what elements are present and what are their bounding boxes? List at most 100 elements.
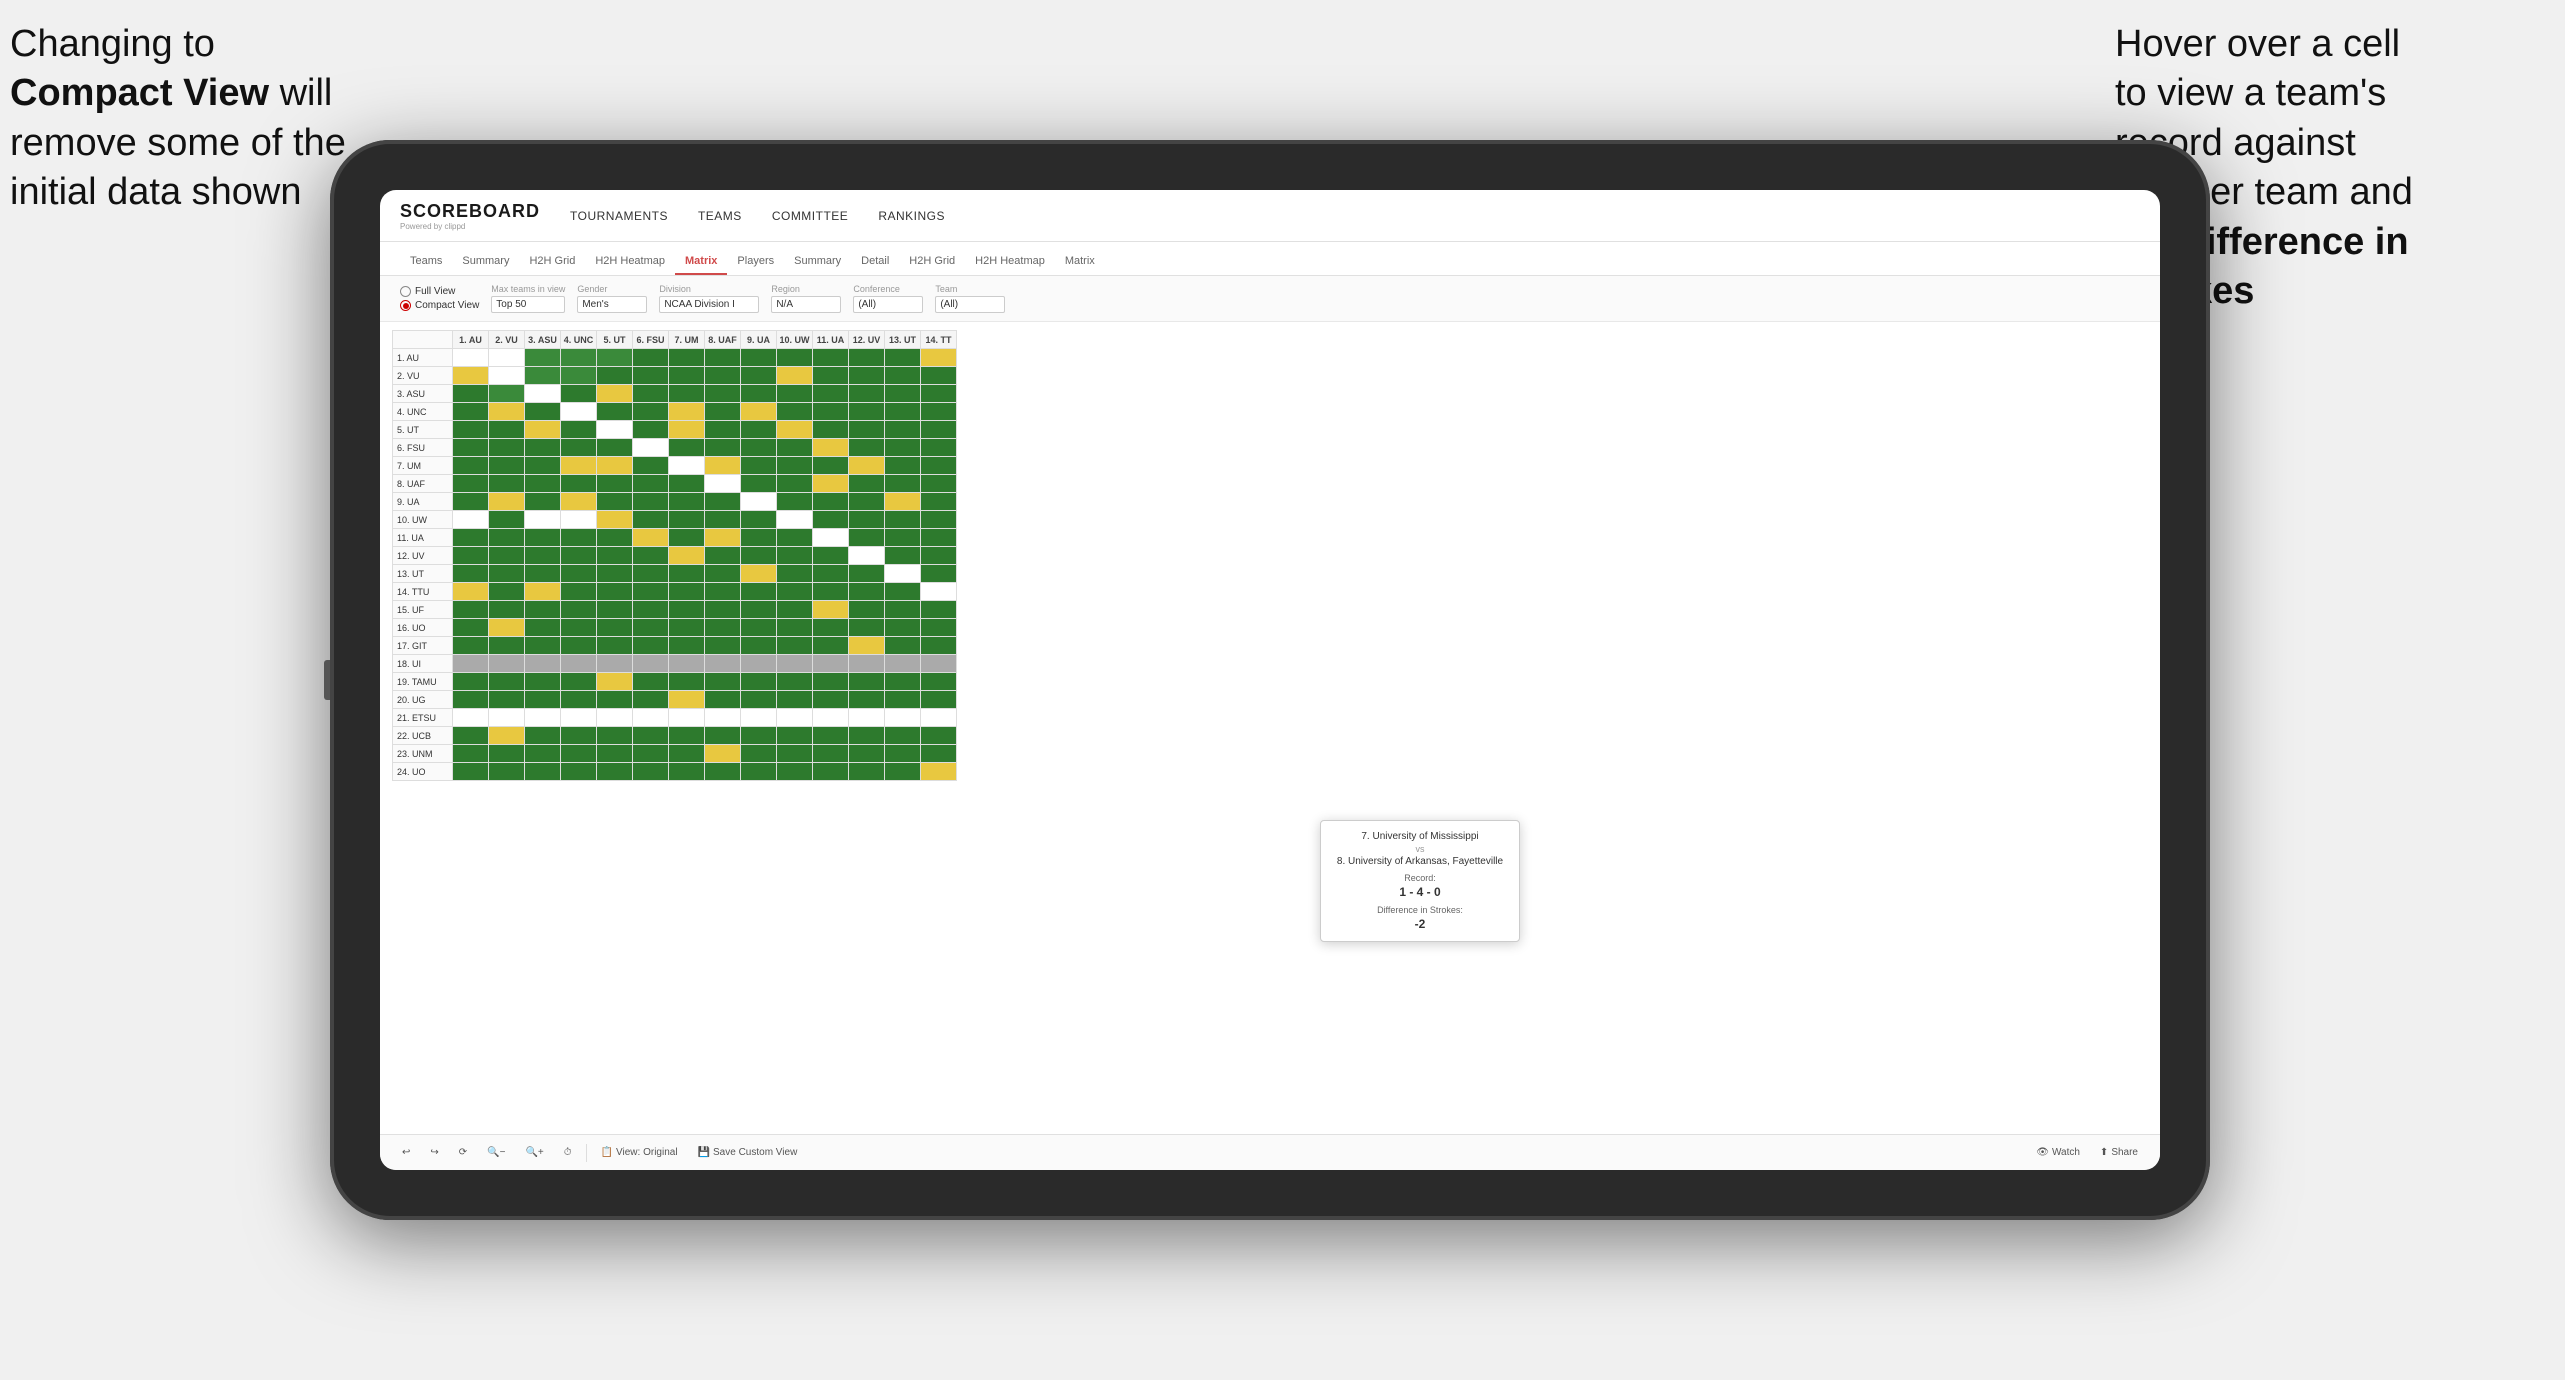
matrix-cell-9-2[interactable] (525, 511, 561, 529)
matrix-cell-5-10[interactable] (813, 439, 849, 457)
matrix-cell-15-1[interactable] (489, 619, 525, 637)
matrix-cell-11-10[interactable] (813, 547, 849, 565)
matrix-cell-11-13[interactable] (921, 547, 957, 565)
matrix-cell-7-3[interactable] (561, 475, 597, 493)
matrix-cell-3-4[interactable] (597, 403, 633, 421)
matrix-cell-18-8[interactable] (741, 673, 777, 691)
matrix-cell-0-5[interactable] (633, 349, 669, 367)
matrix-cell-1-12[interactable] (885, 367, 921, 385)
redo-button[interactable]: ↪ (424, 1144, 444, 1161)
matrix-cell-23-3[interactable] (561, 763, 597, 781)
matrix-cell-22-2[interactable] (525, 745, 561, 763)
matrix-cell-6-13[interactable] (921, 457, 957, 475)
matrix-cell-14-10[interactable] (813, 601, 849, 619)
matrix-cell-18-7[interactable] (705, 673, 741, 691)
matrix-cell-4-8[interactable] (741, 421, 777, 439)
matrix-cell-20-12[interactable] (885, 709, 921, 727)
matrix-cell-17-8[interactable] (741, 655, 777, 673)
tab-teams[interactable]: Teams (400, 249, 452, 275)
matrix-cell-0-13[interactable] (921, 349, 957, 367)
matrix-cell-5-9[interactable] (777, 439, 813, 457)
matrix-cell-16-9[interactable] (777, 637, 813, 655)
matrix-cell-2-2[interactable] (525, 385, 561, 403)
matrix-cell-12-11[interactable] (849, 565, 885, 583)
matrix-cell-3-3[interactable] (561, 403, 597, 421)
matrix-cell-7-10[interactable] (813, 475, 849, 493)
matrix-cell-6-1[interactable] (489, 457, 525, 475)
matrix-cell-23-9[interactable] (777, 763, 813, 781)
matrix-cell-3-2[interactable] (525, 403, 561, 421)
matrix-cell-13-5[interactable] (633, 583, 669, 601)
matrix-cell-19-12[interactable] (885, 691, 921, 709)
matrix-cell-4-4[interactable] (597, 421, 633, 439)
matrix-cell-22-13[interactable] (921, 745, 957, 763)
matrix-cell-0-6[interactable] (669, 349, 705, 367)
matrix-cell-12-7[interactable] (705, 565, 741, 583)
matrix-cell-4-10[interactable] (813, 421, 849, 439)
matrix-cell-13-9[interactable] (777, 583, 813, 601)
matrix-cell-6-3[interactable] (561, 457, 597, 475)
matrix-cell-13-11[interactable] (849, 583, 885, 601)
matrix-cell-21-1[interactable] (489, 727, 525, 745)
matrix-cell-19-9[interactable] (777, 691, 813, 709)
matrix-cell-10-2[interactable] (525, 529, 561, 547)
matrix-cell-10-11[interactable] (849, 529, 885, 547)
matrix-cell-22-1[interactable] (489, 745, 525, 763)
matrix-cell-9-3[interactable] (561, 511, 597, 529)
matrix-cell-16-7[interactable] (705, 637, 741, 655)
matrix-cell-8-2[interactable] (525, 493, 561, 511)
tab-summary[interactable]: Summary (452, 249, 519, 275)
matrix-cell-15-3[interactable] (561, 619, 597, 637)
compact-view-radio[interactable]: Compact View (400, 300, 479, 311)
matrix-cell-10-4[interactable] (597, 529, 633, 547)
nav-teams[interactable]: TEAMS (698, 205, 742, 227)
matrix-cell-10-12[interactable] (885, 529, 921, 547)
matrix-cell-1-9[interactable] (777, 367, 813, 385)
matrix-cell-12-1[interactable] (489, 565, 525, 583)
matrix-cell-22-8[interactable] (741, 745, 777, 763)
matrix-cell-20-10[interactable] (813, 709, 849, 727)
matrix-cell-1-8[interactable] (741, 367, 777, 385)
matrix-cell-4-3[interactable] (561, 421, 597, 439)
nav-tournaments[interactable]: TOURNAMENTS (570, 205, 668, 227)
matrix-cell-13-6[interactable] (669, 583, 705, 601)
tab-matrix[interactable]: Matrix (675, 249, 727, 275)
matrix-cell-12-8[interactable] (741, 565, 777, 583)
tab-players[interactable]: Players (727, 249, 784, 275)
matrix-cell-14-12[interactable] (885, 601, 921, 619)
matrix-cell-5-7[interactable] (705, 439, 741, 457)
matrix-cell-7-11[interactable] (849, 475, 885, 493)
matrix-cell-5-0[interactable] (453, 439, 489, 457)
matrix-cell-8-3[interactable] (561, 493, 597, 511)
matrix-cell-4-0[interactable] (453, 421, 489, 439)
matrix-cell-0-3[interactable] (561, 349, 597, 367)
matrix-container[interactable]: 1. AU 2. VU 3. ASU 4. UNC 5. UT 6. FSU 7… (380, 322, 2160, 1134)
matrix-cell-3-7[interactable] (705, 403, 741, 421)
matrix-cell-8-8[interactable] (741, 493, 777, 511)
matrix-cell-0-9[interactable] (777, 349, 813, 367)
matrix-cell-2-5[interactable] (633, 385, 669, 403)
matrix-cell-9-6[interactable] (669, 511, 705, 529)
matrix-cell-18-10[interactable] (813, 673, 849, 691)
matrix-cell-14-13[interactable] (921, 601, 957, 619)
max-teams-select[interactable]: Top 50 (491, 296, 565, 313)
matrix-cell-9-7[interactable] (705, 511, 741, 529)
matrix-cell-14-8[interactable] (741, 601, 777, 619)
matrix-cell-9-5[interactable] (633, 511, 669, 529)
matrix-cell-19-11[interactable] (849, 691, 885, 709)
matrix-cell-9-8[interactable] (741, 511, 777, 529)
matrix-cell-21-8[interactable] (741, 727, 777, 745)
matrix-cell-14-6[interactable] (669, 601, 705, 619)
matrix-cell-15-10[interactable] (813, 619, 849, 637)
matrix-cell-11-5[interactable] (633, 547, 669, 565)
matrix-cell-13-8[interactable] (741, 583, 777, 601)
matrix-cell-2-0[interactable] (453, 385, 489, 403)
matrix-cell-19-10[interactable] (813, 691, 849, 709)
matrix-cell-20-0[interactable] (453, 709, 489, 727)
clock-button[interactable]: ⏱ (558, 1144, 578, 1161)
matrix-cell-6-11[interactable] (849, 457, 885, 475)
matrix-cell-21-2[interactable] (525, 727, 561, 745)
matrix-cell-19-4[interactable] (597, 691, 633, 709)
matrix-cell-22-9[interactable] (777, 745, 813, 763)
matrix-cell-8-12[interactable] (885, 493, 921, 511)
